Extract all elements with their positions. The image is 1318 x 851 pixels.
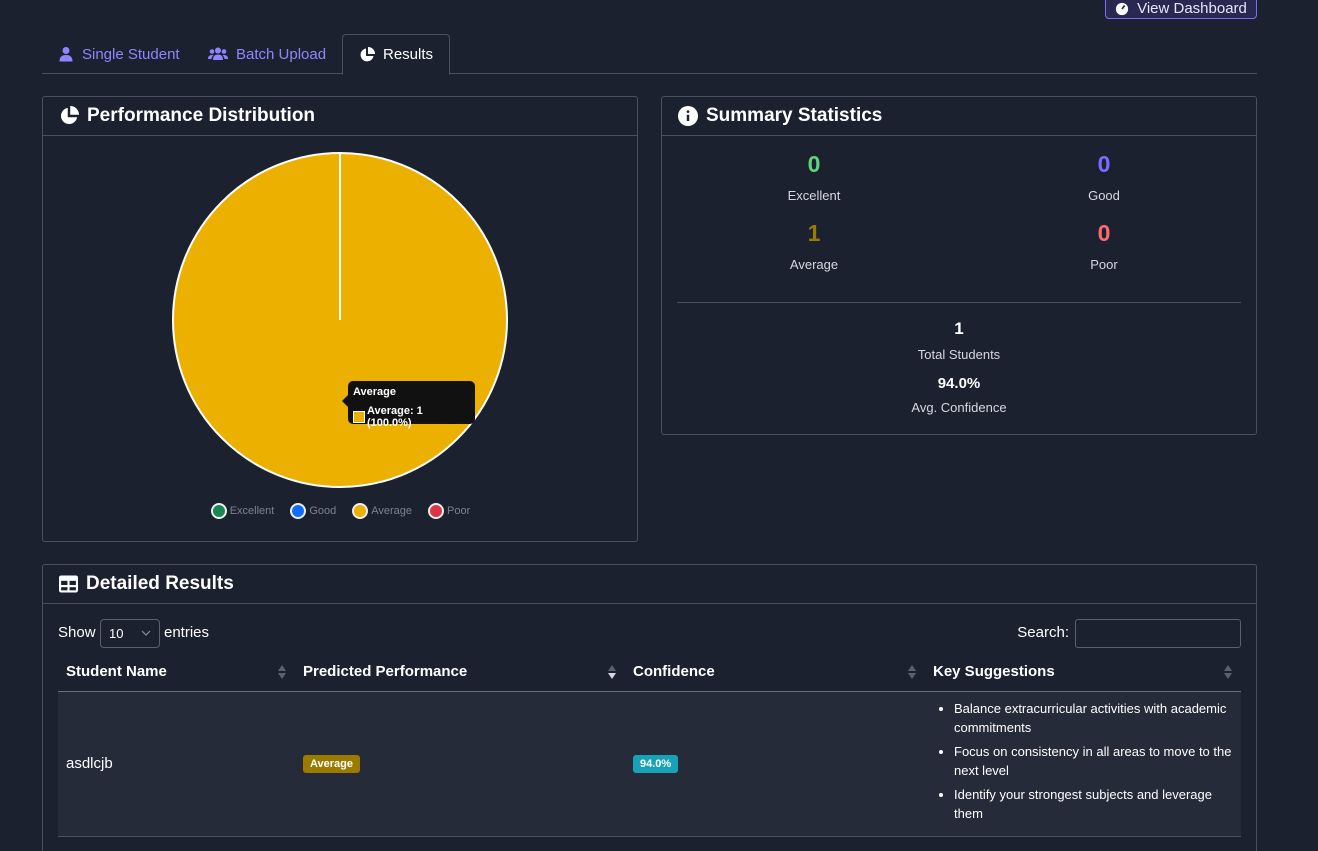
legend-dot-poor xyxy=(428,503,445,519)
pie-chart-icon xyxy=(60,106,79,125)
stat-excellent-label: Excellent xyxy=(787,188,841,203)
tab-batch-upload[interactable]: Batch Upload xyxy=(192,34,342,74)
legend-item-good[interactable]: Good xyxy=(290,503,336,519)
stat-average-value: 1 xyxy=(807,220,821,246)
results-table: Student Name Predicted Performance Confi… xyxy=(58,653,1241,837)
entries-label: entries xyxy=(164,624,210,641)
stat-confidence-label: Avg. Confidence xyxy=(911,400,1007,415)
user-icon xyxy=(59,47,73,62)
stat-good: 0 Good xyxy=(1004,151,1204,203)
performance-distribution-card: Performance Distribution Average Average… xyxy=(42,96,638,542)
detailed-results-card: Detailed Results Show 10 entries Search:… xyxy=(42,564,1257,851)
stat-average-label: Average xyxy=(789,257,839,272)
list-item: Focus on consistency in all areas to mov… xyxy=(954,742,1241,780)
stat-good-label: Good xyxy=(1088,188,1120,203)
column-header-predicted-performance[interactable]: Predicted Performance xyxy=(295,653,625,692)
stat-good-value: 0 xyxy=(1097,151,1111,177)
stat-poor: 0 Poor xyxy=(1004,220,1204,272)
cell-predicted-performance: Average xyxy=(295,691,625,837)
performance-distribution-header: Performance Distribution xyxy=(43,97,637,136)
column-header-key-suggestions[interactable]: Key Suggestions xyxy=(925,653,1241,692)
stat-total-students: 1 Total Students xyxy=(859,319,1059,362)
entries-select[interactable]: 10 xyxy=(100,619,160,648)
stat-total-label: Total Students xyxy=(917,347,1001,362)
sort-desc-icon xyxy=(608,665,616,679)
legend-item-average[interactable]: Average xyxy=(352,503,412,519)
show-label: Show xyxy=(58,624,96,641)
summary-statistics-header: Summary Statistics xyxy=(662,97,1256,136)
tab-single-student[interactable]: Single Student xyxy=(42,34,196,74)
gauge-icon xyxy=(1115,2,1129,15)
legend-dot-excellent xyxy=(210,503,227,519)
summary-statistics-card: Summary Statistics 0 Excellent 0 Good 1 … xyxy=(661,96,1257,435)
users-icon xyxy=(208,47,228,60)
sort-icon xyxy=(278,665,286,679)
tooltip-text: Average: 1 (100.0%) xyxy=(366,405,423,429)
stat-average: 1 Average xyxy=(714,220,914,272)
cell-key-suggestions: Balance extracurricular activities with … xyxy=(925,691,1241,837)
detailed-results-header: Detailed Results xyxy=(43,565,1256,604)
stat-total-value: 1 xyxy=(954,319,964,338)
chart-tooltip: Average Average: 1 (100.0%) xyxy=(342,381,475,429)
stats-divider xyxy=(677,302,1241,303)
chart-legend: Excellent Good Average Poor xyxy=(43,503,638,519)
table-icon xyxy=(59,575,78,593)
sort-icon xyxy=(1224,665,1232,679)
confidence-badge: 94.0% xyxy=(633,755,679,773)
legend-dot-good xyxy=(290,503,307,519)
cell-student-name: asdlcjb xyxy=(58,691,295,837)
table-controls: Show 10 entries Search: xyxy=(58,619,1241,649)
stat-poor-value: 0 xyxy=(1097,220,1111,246)
stat-excellent: 0 Excellent xyxy=(714,151,914,203)
table-row: asdlcjb Average 94.0% Balance extracurri… xyxy=(58,691,1241,837)
info-icon xyxy=(678,106,698,126)
stat-excellent-value: 0 xyxy=(807,151,821,177)
list-item: Balance extracurricular activities with … xyxy=(954,699,1241,737)
column-header-student-name[interactable]: Student Name xyxy=(58,653,295,692)
view-dashboard-button[interactable]: View Dashboard xyxy=(1105,0,1257,19)
list-item: Identify your strongest subjects and lev… xyxy=(954,785,1241,823)
pie-chart-icon xyxy=(360,46,375,61)
tooltip-title: Average xyxy=(353,386,397,398)
cell-confidence: 94.0% xyxy=(625,691,925,837)
tooltip-swatch xyxy=(353,411,365,423)
search-label: Search: xyxy=(1017,624,1069,641)
tab-results[interactable]: Results xyxy=(342,34,451,75)
search-input[interactable] xyxy=(1075,619,1241,648)
legend-item-excellent[interactable]: Excellent xyxy=(210,503,274,519)
performance-pie-chart xyxy=(172,152,508,488)
entries-value: 10 xyxy=(109,626,124,641)
stat-poor-label: Poor xyxy=(1090,257,1118,272)
view-dashboard-label: View Dashboard xyxy=(1137,0,1247,17)
performance-badge: Average xyxy=(303,755,361,773)
tab-bar: Single Student Batch Upload Results xyxy=(42,34,1257,75)
legend-item-poor[interactable]: Poor xyxy=(428,503,470,519)
suggestions-list: Balance extracurricular activities with … xyxy=(939,699,1241,823)
chevron-down-icon xyxy=(141,630,151,636)
stat-avg-confidence: 94.0% Avg. Confidence xyxy=(859,375,1059,415)
legend-dot-average xyxy=(352,503,369,519)
column-header-confidence[interactable]: Confidence xyxy=(625,653,925,692)
stat-confidence-value: 94.0% xyxy=(937,375,981,392)
sort-icon xyxy=(908,665,916,679)
